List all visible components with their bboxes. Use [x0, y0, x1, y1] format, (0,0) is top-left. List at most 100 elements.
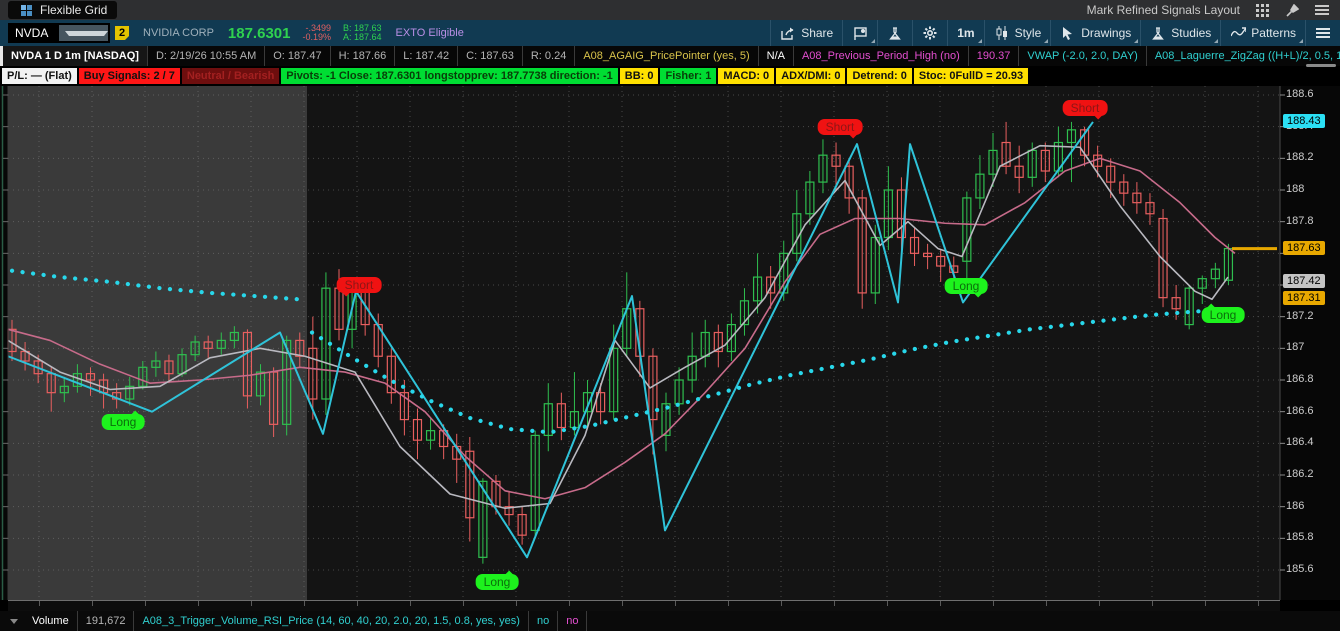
drawings-button[interactable]: Drawings	[1050, 20, 1140, 46]
study-vwap-label[interactable]: VWAP (-2.0, 2.0, DAY)	[1019, 46, 1146, 66]
menu-icon[interactable]	[1314, 2, 1330, 18]
long-signal-label: Long	[102, 414, 145, 430]
study-prev-period-high-label[interactable]: A08_Previous_Period_High (no)	[794, 46, 969, 66]
timeframe-button[interactable]: 1m	[947, 20, 983, 46]
gear-icon	[922, 25, 938, 41]
study-zigzag-label[interactable]: A08_Laguerre_ZigZag ((H+L)/2, 0.5, 16)	[1147, 46, 1340, 66]
bar-datetime: D: 2/19/26 10:55 AM	[148, 46, 265, 66]
long-signal-label: Long	[476, 574, 519, 590]
flask-icon	[887, 25, 903, 41]
short-signal-label: Short	[818, 119, 863, 135]
stoc-pill: Stoc: 0FullD = 20.93	[914, 68, 1028, 84]
symbol-dropdown-button[interactable]	[59, 25, 108, 41]
style-label: Style	[1015, 26, 1042, 40]
symbol-toolbar: NVDA 2 NVIDIA CORP 187.6301 -.3499 -0.19…	[0, 20, 1340, 46]
flag-note-icon	[852, 25, 868, 41]
hamburger-icon	[1315, 25, 1331, 41]
grid-layout-icon	[18, 2, 34, 18]
fisher-pill: Fisher: 1	[660, 68, 716, 84]
macd-pill: MACD: 0	[718, 68, 774, 84]
price-axis-label: 188	[1286, 183, 1304, 195]
study-pricepointer-value: N/A	[759, 46, 794, 66]
price-badge: 187.63	[1283, 241, 1325, 255]
volume-flag2: no	[558, 611, 587, 631]
signal-pill-bar: P/L: — (Flat) Buy Signals: 2 / 7 Neutral…	[0, 66, 1340, 86]
study-prev-period-high-value: 190.37	[969, 46, 1020, 66]
chart-menu-button[interactable]	[1305, 20, 1340, 46]
bar-open: O: 187.47	[265, 46, 330, 66]
share-icon	[780, 25, 796, 41]
ask-value: A: 187.64	[343, 33, 382, 42]
price-badge: 187.42	[1283, 274, 1325, 288]
bar-range: R: 0.24	[523, 46, 575, 66]
patterns-label: Patterns	[1251, 26, 1296, 40]
price-axis-label: 186.4	[1286, 436, 1314, 448]
symbol-flag-badge[interactable]: 2	[115, 26, 129, 40]
price-axis-label: 187	[1286, 341, 1304, 353]
volume-study-label[interactable]: A08_3_Trigger_Volume_RSI_Price (14, 60, …	[134, 611, 528, 631]
share-button[interactable]: Share	[770, 20, 842, 46]
pl-pill: P/L: — (Flat)	[2, 68, 77, 84]
price-axis-label: 188.6	[1286, 88, 1314, 100]
cursor-icon	[1060, 25, 1076, 41]
volume-value: 191,672	[78, 611, 135, 631]
price-axis-label: 188.2	[1286, 151, 1314, 163]
collapse-panel-icon[interactable]	[10, 619, 18, 624]
sentiment-pill: Neutral / Bearish	[182, 68, 279, 84]
price-axis-label: 185.6	[1286, 563, 1314, 575]
volume-label: Volume	[24, 611, 78, 631]
symbol-input[interactable]: NVDA	[8, 23, 110, 43]
patterns-button[interactable]: Patterns	[1220, 20, 1305, 46]
drawings-label: Drawings	[1081, 26, 1131, 40]
bb-pill: BB: 0	[620, 68, 659, 84]
buy-signals-pill: Buy Signals: 2 / 7	[79, 68, 180, 84]
volume-flag1: no	[529, 611, 558, 631]
price-axis-label: 185.8	[1286, 531, 1314, 543]
studies-flask-icon	[1150, 25, 1166, 41]
long-signal-label: Long	[1202, 307, 1245, 323]
share-label: Share	[801, 26, 833, 40]
timeframe-label: 1m	[957, 26, 974, 40]
price-change-pct: -0.19%	[302, 33, 331, 42]
price-axis-label: 186.6	[1286, 405, 1314, 417]
pin-icon[interactable]	[1284, 2, 1300, 18]
last-price: 187.6301	[228, 25, 291, 42]
adx-pill: ADX/DMI: 0	[776, 68, 845, 84]
price-chart[interactable]: 188.6188.4188.2188187.8187.6187.4187.218…	[0, 86, 1340, 600]
bar-close: C: 187.63	[458, 46, 523, 66]
pivots-pill: Pivots: -1 Close: 187.6301 longstopprev:…	[281, 68, 617, 84]
studies-button[interactable]: Studies	[1140, 20, 1220, 46]
price-badge: 188.43	[1283, 114, 1325, 128]
price-axis-label: 187.2	[1286, 310, 1314, 322]
window-title-bar: Flexible Grid Mark Refined Signals Layou…	[0, 0, 1340, 20]
chart-symbol-title: NVDA 1 D 1m [NASDAQ]	[0, 46, 148, 66]
short-signal-label: Short	[1063, 100, 1108, 116]
study-pricepointer-label[interactable]: A08_AGAIG_PricePointer (yes, 5)	[575, 46, 758, 66]
company-name: NVIDIA CORP	[143, 27, 214, 39]
alerts-button[interactable]	[842, 20, 877, 46]
price-axis-label: 186	[1286, 500, 1304, 512]
price-axis-label: 186.8	[1286, 373, 1314, 385]
price-axis-label: 186.2	[1286, 468, 1314, 480]
long-signal-label: Long	[945, 278, 988, 294]
detrend-pill: Detrend: 0	[847, 68, 911, 84]
layout-grid-icon[interactable]	[1254, 2, 1270, 18]
chart-status-bar: NVDA 1 D 1m [NASDAQ] D: 2/19/26 10:55 AM…	[0, 46, 1340, 67]
style-button[interactable]: Style	[984, 20, 1051, 46]
settings-button[interactable]	[912, 20, 947, 46]
price-badge: 187.31	[1283, 291, 1325, 305]
exto-eligible-badge: EXTO Eligible	[396, 27, 464, 39]
volume-status-bar: Volume 191,672 A08_3_Trigger_Volume_RSI_…	[0, 611, 1340, 631]
patterns-wave-icon	[1230, 25, 1246, 41]
flexible-grid-tab[interactable]: Flexible Grid	[8, 1, 117, 19]
layout-name-label: Mark Refined Signals Layout	[1087, 3, 1240, 17]
flexible-grid-tab-label: Flexible Grid	[40, 3, 107, 17]
price-axis-label: 187.8	[1286, 215, 1314, 227]
bar-high: H: 187.66	[331, 46, 396, 66]
panel-resize-grip[interactable]	[1306, 64, 1336, 67]
short-signal-label: Short	[337, 277, 382, 293]
quick-study-button[interactable]	[877, 20, 912, 46]
bar-low: L: 187.42	[395, 46, 458, 66]
studies-label: Studies	[1171, 26, 1211, 40]
candle-style-icon	[994, 25, 1010, 41]
